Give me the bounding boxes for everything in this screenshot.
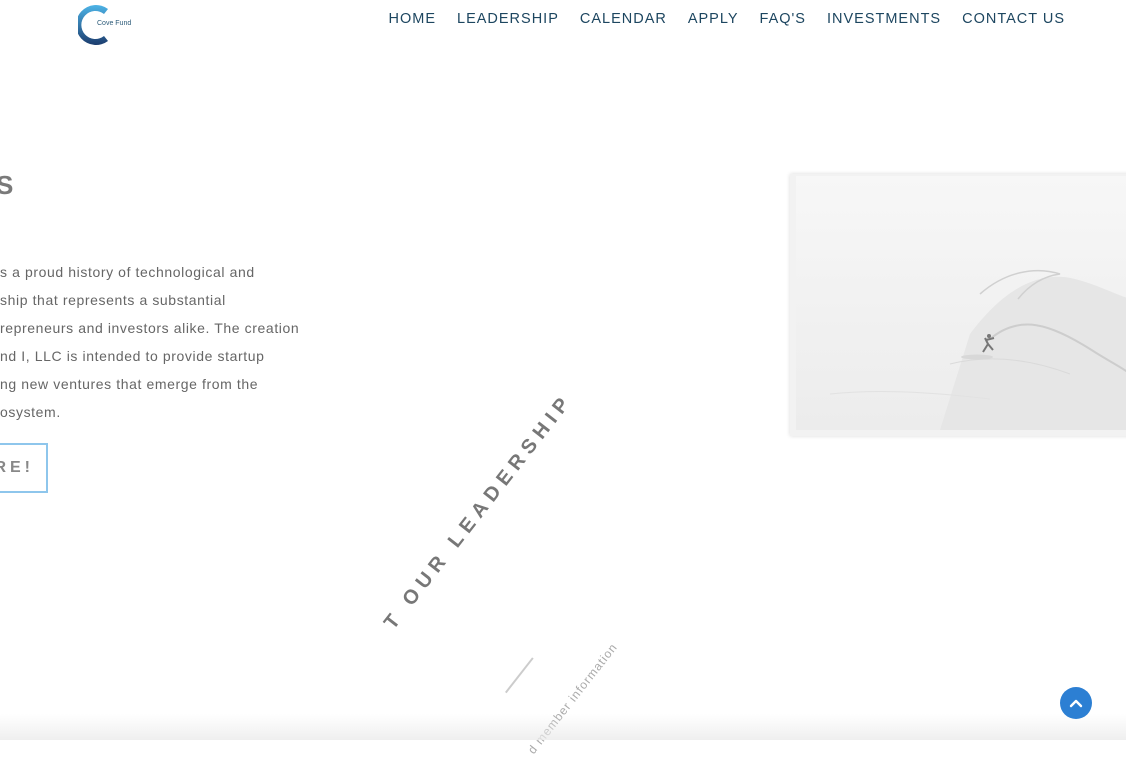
scroll-to-top-button[interactable] <box>1060 687 1092 719</box>
footer-fade <box>0 714 1126 740</box>
learn-more-button[interactable]: RE! <box>0 443 48 493</box>
intro-line: nd I, LLC is intended to provide startup <box>0 348 265 364</box>
nav-home[interactable]: HOME <box>378 10 447 28</box>
intro-line: osystem. <box>0 404 61 420</box>
nav-calendar[interactable]: CALENDAR <box>569 10 677 28</box>
main-navigation: HOME LEADERSHIP CALENDAR APPLY FAQ'S INV… <box>378 10 1076 28</box>
intro-line: ng new ventures that emerge from the <box>0 376 259 392</box>
nav-apply[interactable]: APPLY <box>677 10 749 28</box>
nav-contact-us[interactable]: CONTACT US <box>952 10 1076 28</box>
leadership-section-title: T OUR LEADERSHIP <box>380 389 578 634</box>
intro-line: repreneurs and investors alike. The crea… <box>0 320 300 336</box>
title-divider <box>505 657 534 694</box>
intro-paragraph: s a proud history of technological and s… <box>0 258 330 426</box>
surfer-wave-illustration <box>796 176 1126 430</box>
nav-leadership[interactable]: LEADERSHIP <box>447 10 570 28</box>
intro-line: s a proud history of technological and <box>0 264 255 280</box>
nav-faqs[interactable]: FAQ'S <box>749 10 816 28</box>
section-heading: S <box>0 170 16 200</box>
intro-line: ship that represents a substantial <box>0 292 226 308</box>
cove-fund-logo[interactable]: Cove Fund <box>78 3 138 47</box>
surfer-wave-image <box>790 174 1126 436</box>
nav-investments[interactable]: INVESTMENTS <box>816 10 951 28</box>
logo-wordmark: Cove Fund <box>97 20 132 27</box>
chevron-up-icon <box>1069 699 1083 708</box>
